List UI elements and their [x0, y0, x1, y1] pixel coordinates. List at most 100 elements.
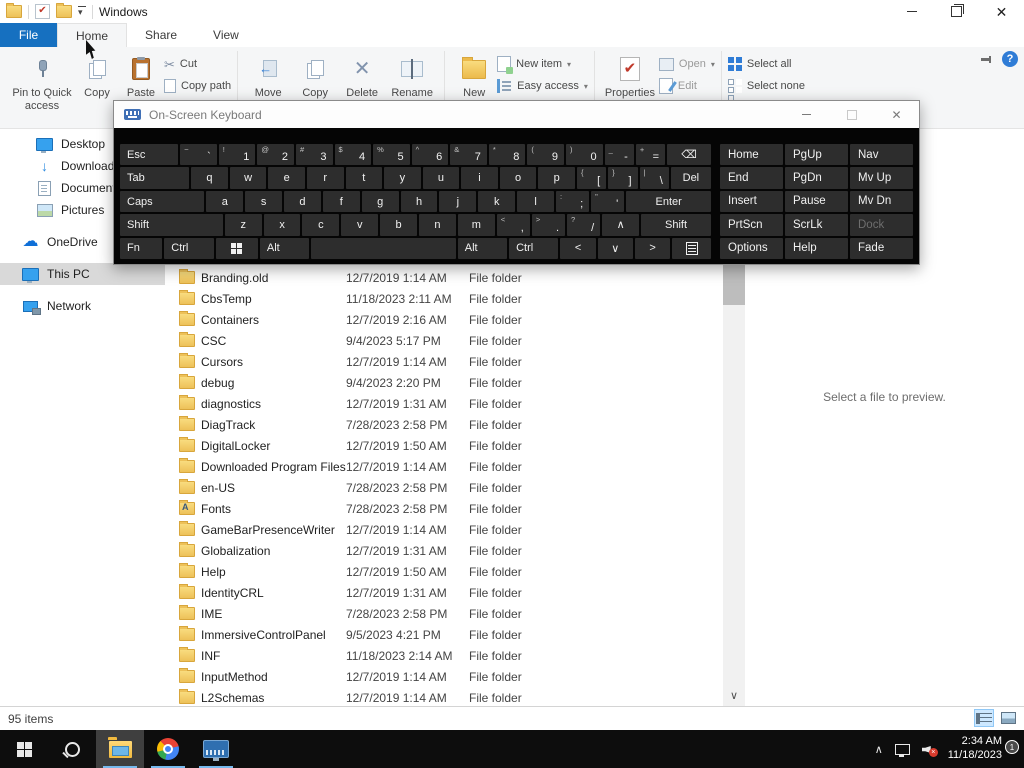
properties-button[interactable]: ✔ Properties [601, 51, 659, 102]
key-enter[interactable]: Enter [626, 190, 712, 213]
osk-nav-key-prtscn[interactable]: PrtScn [720, 214, 783, 236]
key-ctrl[interactable]: Ctrl [164, 237, 214, 260]
tab-file[interactable]: File [0, 23, 57, 47]
osk-nav-key-mv-dn[interactable]: Mv Dn [850, 190, 913, 213]
file-row[interactable]: Branding.old 12/7/2019 1:14 AM File folder [165, 267, 723, 288]
key-d[interactable]: d [284, 190, 321, 213]
key-x[interactable]: x [263, 214, 301, 236]
key-0[interactable]: ) 0 [565, 144, 603, 166]
osk-nav-key-pause[interactable]: Pause [785, 190, 848, 213]
search-button[interactable] [48, 730, 96, 768]
file-row[interactable]: Globalization 12/7/2019 1:31 AM File folde… [165, 540, 723, 561]
taskbar-clock[interactable]: 2:34 AM 11/18/2023 [948, 735, 1002, 763]
start-button[interactable] [0, 730, 48, 768]
sidebar-item-this-pc[interactable]: This PC [0, 263, 165, 285]
up-arrow-key[interactable]: ∧ [602, 214, 640, 236]
file-row[interactable]: GameBarPresenceWriter 12/7/2019 1:14 AM Fi… [165, 519, 723, 540]
new-item-button[interactable]: New item ▾ [497, 55, 588, 74]
key-6[interactable]: ^ 6 [411, 144, 449, 166]
key-][interactable]: }] [608, 167, 638, 189]
copy-path-button[interactable]: Copy path [164, 77, 231, 95]
sidebar-item-network[interactable]: Network [0, 295, 165, 317]
down-arrow-key[interactable]: ∨ [597, 237, 633, 260]
details-view-button[interactable] [974, 709, 994, 727]
key-shift[interactable]: Shift [120, 214, 223, 236]
osk-minimize-button[interactable] [784, 101, 829, 128]
key-s[interactable]: s [245, 190, 283, 213]
file-row[interactable]: L2Schemas 12/7/2019 1:14 AM File folder [165, 687, 723, 706]
space-key[interactable] [311, 237, 456, 260]
pin-ribbon-icon[interactable] [980, 53, 992, 65]
right-arrow-key[interactable]: > [634, 237, 671, 260]
key-l[interactable]: l [517, 190, 554, 213]
file-row[interactable]: CSC 9/4/2023 5:17 PM File folder [165, 330, 723, 351]
key-i[interactable]: i [461, 167, 498, 189]
key-`[interactable]: ~ ` [180, 144, 217, 166]
rename-button[interactable]: Rename [386, 51, 438, 102]
help-icon[interactable]: ? [1002, 51, 1018, 67]
left-arrow-key[interactable]: < [560, 237, 596, 260]
file-row[interactable]: diagnostics 12/7/2019 1:31 AM File folder [165, 393, 723, 414]
close-button[interactable]: ✕ [979, 0, 1024, 23]
osk-titlebar[interactable]: On-Screen Keyboard ✕ [114, 101, 919, 128]
file-row[interactable]: Cursors 12/7/2019 1:14 AM File folder [165, 351, 723, 372]
easy-access-button[interactable]: Easy access ▾ [497, 77, 588, 95]
delete-button[interactable]: ✕ Delete [338, 51, 386, 102]
key-=[interactable]: + = [635, 144, 666, 166]
minimize-button[interactable] [889, 0, 934, 23]
file-row[interactable]: en-US 7/28/2023 2:58 PM File folder [165, 477, 723, 498]
key-8[interactable]: * 8 [488, 144, 526, 166]
copy-button[interactable]: Copy [76, 51, 118, 102]
key-tab[interactable]: Tab [120, 167, 190, 189]
osk-nav-key-nav[interactable]: Nav [850, 144, 913, 166]
tab-home[interactable]: Home [57, 23, 128, 47]
key-ctrl[interactable]: Ctrl [509, 237, 559, 260]
key-g[interactable]: g [361, 190, 399, 213]
key-.[interactable]: >. [531, 214, 566, 236]
osk-nav-key-insert[interactable]: Insert [720, 190, 783, 213]
key-v[interactable]: v [341, 214, 379, 236]
volume-muted-icon[interactable] [922, 743, 938, 757]
taskbar-chrome[interactable] [144, 730, 192, 768]
key-[[interactable]: {[ [576, 167, 607, 189]
taskbar-on-screen-keyboard[interactable] [192, 730, 240, 768]
cut-button[interactable]: ✂ Cut [164, 55, 231, 73]
key-e[interactable]: e [268, 167, 305, 189]
scrollbar-thumb[interactable] [723, 261, 745, 305]
key-;[interactable]: :; [555, 190, 590, 213]
tab-view[interactable]: View [195, 23, 257, 47]
key-caps[interactable]: Caps [120, 190, 205, 213]
key-\[interactable]: | \ [639, 167, 669, 189]
key-c[interactable]: c [302, 214, 340, 236]
key-1[interactable]: ! 1 [218, 144, 256, 166]
key-esc[interactable]: Esc [120, 144, 179, 166]
key-7[interactable]: & 7 [450, 144, 487, 166]
key-,[interactable]: <, [496, 214, 530, 236]
backspace-key[interactable]: ⌫ [667, 144, 711, 166]
file-row[interactable]: Help 12/7/2019 1:50 AM File folder [165, 561, 723, 582]
file-row[interactable]: INF 11/18/2023 2:14 AM File folder [165, 645, 723, 666]
key-5[interactable]: % 5 [373, 144, 410, 166]
select-none-button[interactable]: Select none [727, 77, 805, 109]
copy-to-button[interactable]: Copy [292, 51, 338, 102]
key-m[interactable]: m [457, 214, 495, 236]
file-row[interactable]: Fonts 7/28/2023 2:58 PM File folder [165, 498, 723, 519]
new-folder-button[interactable]: New [451, 51, 497, 102]
osk-nav-key-home[interactable]: Home [720, 144, 783, 166]
osk-nav-key-end[interactable]: End [720, 167, 783, 189]
restore-button[interactable] [934, 0, 979, 23]
key-3[interactable]: #3 [295, 144, 333, 166]
file-row[interactable]: debug 9/4/2023 2:20 PM File folder [165, 372, 723, 393]
tab-share[interactable]: Share [127, 23, 195, 47]
scroll-down-icon[interactable]: ∨ [723, 689, 745, 702]
key-o[interactable]: o [499, 167, 537, 189]
qat-properties-icon[interactable]: ✔ [35, 4, 50, 19]
osk-nav-key-options[interactable]: Options [720, 237, 783, 259]
key-w[interactable]: w [229, 167, 267, 189]
key-n[interactable]: n [419, 214, 456, 236]
qat-customize-caret-icon[interactable]: ▾ [78, 6, 86, 17]
taskbar-file-explorer[interactable] [96, 730, 144, 768]
key-4[interactable]: $4 [334, 144, 372, 166]
key-/[interactable]: ? / [567, 214, 601, 236]
key-u[interactable]: u [422, 167, 460, 189]
